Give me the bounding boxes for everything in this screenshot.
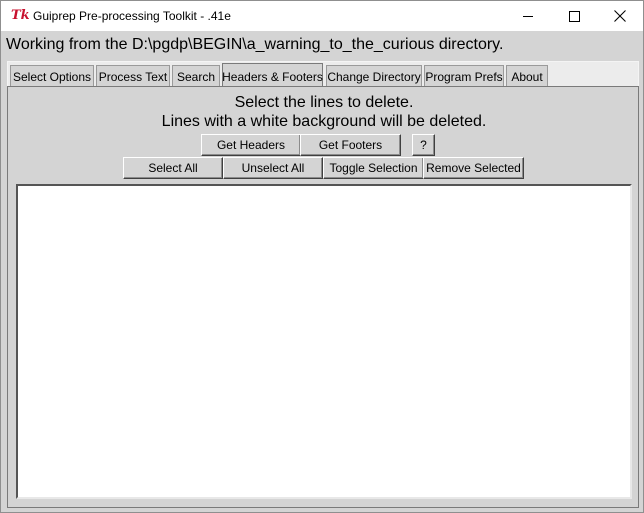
instruction-text: Select the lines to delete. xyxy=(234,94,414,111)
get-footers-button[interactable]: Get Footers xyxy=(300,134,401,156)
headers-footers-panel: Select the lines to delete. Lines with a… xyxy=(7,86,639,508)
tab-about[interactable]: About xyxy=(506,65,548,87)
tab-search[interactable]: Search xyxy=(172,65,220,87)
close-button[interactable] xyxy=(597,1,643,31)
minimize-button[interactable] xyxy=(505,1,551,31)
tab-change-directory[interactable]: Change Directory xyxy=(326,65,422,87)
maximize-button[interactable] xyxy=(551,1,597,31)
get-headers-button[interactable]: Get Headers xyxy=(201,134,301,156)
app-window: Tk Guiprep Pre-processing Toolkit - .41e… xyxy=(0,0,644,513)
select-all-button[interactable]: Select All xyxy=(123,157,223,179)
window-title: Guiprep Pre-processing Toolkit - .41e xyxy=(33,9,231,23)
tab-strip: Select Options Process Text Search Heade… xyxy=(7,61,639,89)
tab-program-prefs[interactable]: Program Prefs xyxy=(424,65,504,87)
tab-select-options[interactable]: Select Options xyxy=(10,65,94,87)
unselect-all-button[interactable]: Unselect All xyxy=(223,157,323,179)
notebook: Select Options Process Text Search Heade… xyxy=(7,61,639,508)
maximize-icon xyxy=(568,10,580,22)
lines-listbox[interactable] xyxy=(16,184,632,499)
title-bar[interactable]: Tk Guiprep Pre-processing Toolkit - .41e xyxy=(1,1,643,31)
minimize-icon xyxy=(523,15,533,17)
tab-process-text[interactable]: Process Text xyxy=(96,65,170,87)
toggle-selection-button[interactable]: Toggle Selection xyxy=(323,157,424,179)
instruction-subtext: Lines with a white background will be de… xyxy=(161,113,487,130)
close-icon xyxy=(614,10,626,22)
working-directory-label: Working from the D:\pgdp\BEGIN\a_warning… xyxy=(6,36,504,53)
remove-selected-button[interactable]: Remove Selected xyxy=(423,157,524,179)
help-button[interactable]: ? xyxy=(412,134,435,156)
tk-feather-icon: Tk xyxy=(11,8,30,23)
